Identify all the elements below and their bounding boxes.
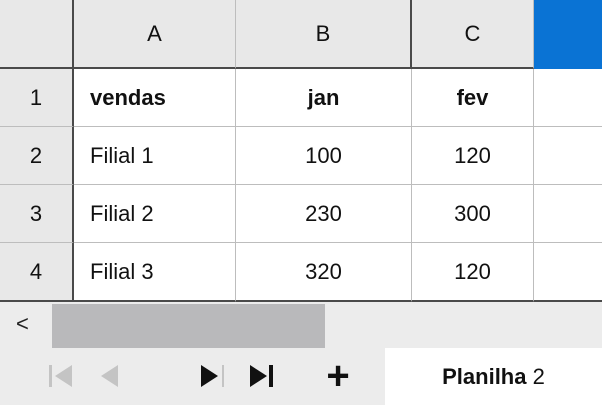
column-header-c[interactable]: C <box>412 0 534 69</box>
horizontal-scrollbar[interactable]: < <box>0 302 602 348</box>
sheet-tab-bar: + Planilha 2 <box>0 348 602 405</box>
row-header-4[interactable]: 4 <box>0 243 74 302</box>
last-sheet-icon[interactable] <box>244 360 278 392</box>
column-header-a[interactable]: A <box>74 0 236 69</box>
cell-b2[interactable]: 100 <box>236 127 412 185</box>
add-sheet-button[interactable]: + <box>318 356 358 396</box>
cell-d2[interactable] <box>534 127 602 185</box>
cell-b1[interactable]: jan <box>236 69 412 127</box>
first-sheet-icon[interactable] <box>44 360 78 392</box>
cell-d3[interactable] <box>534 185 602 243</box>
next-sheet-icon[interactable] <box>194 360 228 392</box>
row-header-1[interactable]: 1 <box>0 69 74 127</box>
select-all-corner[interactable] <box>0 0 74 69</box>
cell-a4[interactable]: Filial 3 <box>74 243 236 302</box>
column-header-d-selected[interactable] <box>534 0 602 69</box>
cell-c1[interactable]: fev <box>412 69 534 127</box>
scroll-left-arrow[interactable]: < <box>16 311 29 337</box>
sheet-tab-active[interactable]: Planilha 2 <box>385 348 602 405</box>
spreadsheet-grid: A B C 1 vendas jan fev 2 Filial 1 100 12… <box>0 0 602 302</box>
sheet-tab-name: Planilha <box>442 363 527 389</box>
cell-b3[interactable]: 230 <box>236 185 412 243</box>
previous-sheet-icon[interactable] <box>94 360 124 392</box>
cell-a1[interactable]: vendas <box>74 69 236 127</box>
column-header-b[interactable]: B <box>236 0 412 69</box>
cell-b4[interactable]: 320 <box>236 243 412 302</box>
row-header-3[interactable]: 3 <box>0 185 74 243</box>
cell-c2[interactable]: 120 <box>412 127 534 185</box>
cell-c4[interactable]: 120 <box>412 243 534 302</box>
cell-d1[interactable] <box>534 69 602 127</box>
cell-a2[interactable]: Filial 1 <box>74 127 236 185</box>
row-header-2[interactable]: 2 <box>0 127 74 185</box>
cell-d4[interactable] <box>534 243 602 302</box>
cell-c3[interactable]: 300 <box>412 185 534 243</box>
cell-a3[interactable]: Filial 2 <box>74 185 236 243</box>
sheet-tab-number: 2 <box>532 363 545 389</box>
scroll-thumb[interactable] <box>52 304 325 348</box>
